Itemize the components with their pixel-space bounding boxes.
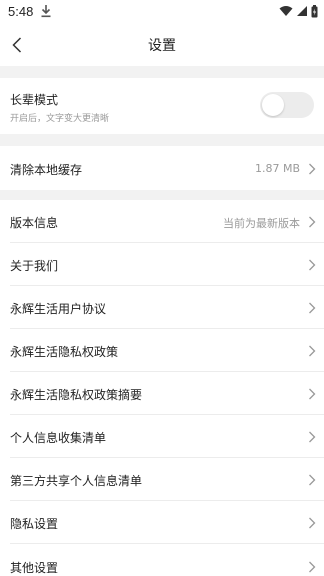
cache-size-value: 1.87 MB <box>254 162 300 175</box>
menu-item-label: 个人信息收集清单 <box>10 431 107 445</box>
elder-mode-row: 长辈模式 开启后，文字变大更清晰 <box>0 78 324 134</box>
menu-item-label: 其他设置 <box>10 561 59 575</box>
signal-icon <box>297 6 307 16</box>
section-gap <box>0 66 324 78</box>
menu-item-label: 永辉生活隐私权政策 <box>10 345 119 359</box>
download-icon <box>41 5 51 18</box>
chevron-right-icon <box>309 163 316 175</box>
chevron-right-icon <box>309 561 316 573</box>
status-icons <box>279 4 318 18</box>
chevron-right-icon <box>309 517 316 529</box>
version-status-value: 当前为最新版本 <box>223 217 300 230</box>
menu-item-version[interactable]: 版本信息 当前为最新版本 <box>0 200 324 243</box>
chevron-right-icon <box>309 431 316 443</box>
chevron-right-icon <box>309 216 316 228</box>
menu-item-other-settings[interactable]: 其他设置 <box>0 544 324 576</box>
battery-icon <box>311 4 318 17</box>
menu-item-label: 关于我们 <box>10 259 59 273</box>
menu-item-label: 永辉生活用户协议 <box>10 302 107 316</box>
chevron-right-icon <box>309 302 316 314</box>
menu-item-privacy-policy[interactable]: 永辉生活隐私权政策 <box>0 329 324 372</box>
chevron-right-icon <box>309 474 316 486</box>
section-gap <box>0 134 324 146</box>
elder-mode-toggle[interactable] <box>260 92 314 118</box>
toggle-knob <box>262 94 284 116</box>
elder-mode-label: 长辈模式 <box>10 93 59 107</box>
elder-mode-description: 开启后，文字变大更清晰 <box>10 114 110 124</box>
section-gap <box>0 190 324 200</box>
nav-bar: 设置 <box>0 24 324 66</box>
menu-item-label: 第三方共享个人信息清单 <box>10 474 143 488</box>
chevron-right-icon <box>309 345 316 357</box>
menu-item-privacy-settings[interactable]: 隐私设置 <box>0 501 324 544</box>
wifi-icon <box>279 6 293 16</box>
menu-item-about-us[interactable]: 关于我们 <box>0 243 324 286</box>
clear-cache-row[interactable]: 清除本地缓存 1.87 MB <box>0 146 324 190</box>
menu-item-third-party-sharing[interactable]: 第三方共享个人信息清单 <box>0 458 324 501</box>
page-title: 设置 <box>148 38 176 54</box>
clear-cache-label: 清除本地缓存 <box>10 163 83 177</box>
menu-item-privacy-summary[interactable]: 永辉生活隐私权政策摘要 <box>0 372 324 415</box>
menu-item-personal-info-list[interactable]: 个人信息收集清单 <box>0 415 324 458</box>
chevron-right-icon <box>309 388 316 400</box>
status-time: 5:48 <box>8 4 34 19</box>
status-bar: 5:48 <box>0 0 324 24</box>
chevron-right-icon <box>309 259 316 271</box>
menu-item-label: 永辉生活隐私权政策摘要 <box>10 388 143 402</box>
menu-item-label: 版本信息 <box>10 216 59 230</box>
menu-item-label: 隐私设置 <box>10 517 59 531</box>
menu-item-user-agreement[interactable]: 永辉生活用户协议 <box>0 286 324 329</box>
